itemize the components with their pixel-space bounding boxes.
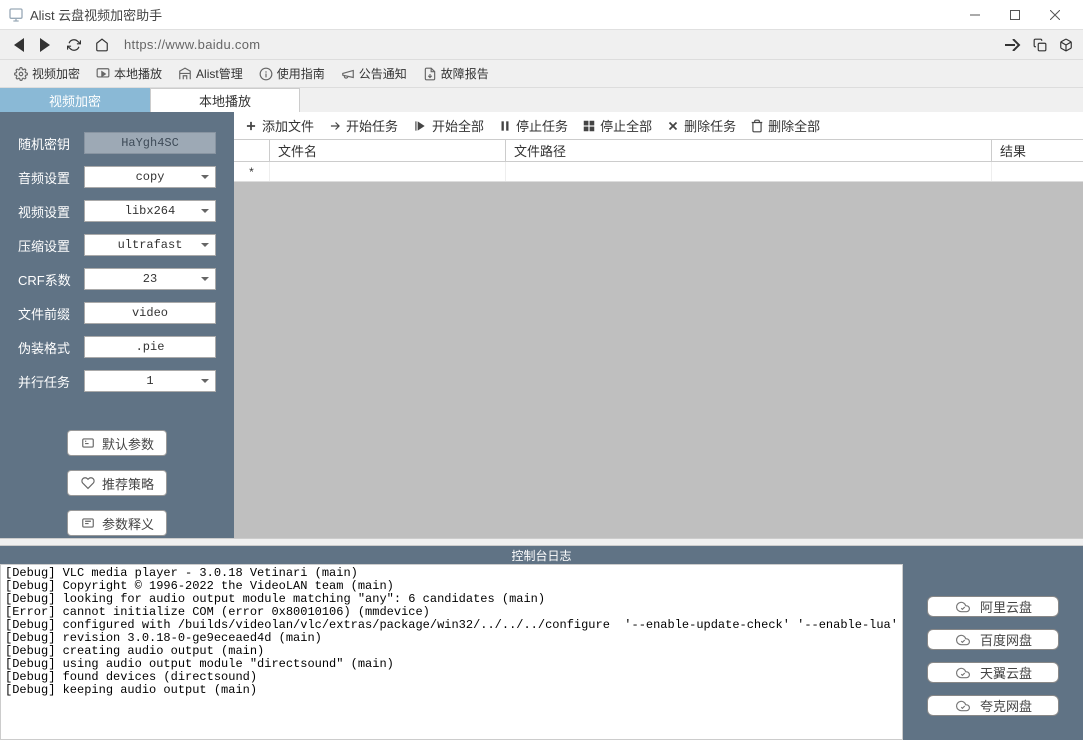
window-title: Alist 云盘视频加密助手 (30, 5, 162, 24)
button-label: 停止全部 (600, 116, 652, 135)
refresh-icon[interactable] (64, 36, 84, 54)
first-page-icon[interactable] (8, 36, 28, 54)
minimize-button[interactable] (955, 3, 995, 27)
menu-label: 故障报告 (441, 65, 489, 82)
column-blank (234, 140, 270, 161)
delete-task-button[interactable]: 删除任务 (660, 114, 742, 137)
explain-button[interactable]: 参数释义 (67, 510, 167, 536)
menu-label: 视频加密 (32, 65, 80, 82)
compress-select[interactable]: ultrafast (84, 234, 216, 256)
menu-label: 公告通知 (359, 65, 407, 82)
tabs-bar: 视频加密 本地播放 (0, 88, 1083, 112)
titlebar: Alist 云盘视频加密助手 (0, 0, 1083, 30)
video-select[interactable]: libx264 (84, 200, 216, 222)
table-row[interactable]: * (234, 162, 1083, 182)
maximize-button[interactable] (995, 3, 1035, 27)
row-marker: * (234, 162, 270, 181)
menu-video-encrypt[interactable]: 视频加密 (8, 63, 86, 84)
crf-select[interactable]: 23 (84, 268, 216, 290)
tab-label: 本地播放 (199, 91, 251, 110)
start-task-button[interactable]: 开始任务 (322, 114, 404, 137)
menu-notice[interactable]: 公告通知 (335, 63, 413, 84)
console-title: 控制台日志 (0, 546, 1083, 564)
cell-filepath (506, 162, 992, 181)
column-result[interactable]: 结果 (992, 140, 1083, 161)
tab-local-play[interactable]: 本地播放 (150, 88, 300, 112)
prefix-label: 文件前缀 (18, 304, 74, 323)
menu-label: 本地播放 (114, 65, 162, 82)
video-label: 视频设置 (18, 202, 74, 221)
random-key-label: 随机密钥 (18, 134, 74, 153)
button-label: 删除全部 (768, 116, 820, 135)
menu-alist[interactable]: Alist管理 (172, 63, 249, 84)
last-page-icon[interactable] (36, 36, 56, 54)
random-key-value[interactable]: HaYgh4SC (84, 132, 216, 154)
button-label: 夸克网盘 (980, 696, 1032, 715)
button-label: 参数释义 (102, 514, 154, 533)
tianyi-cloud-button[interactable]: 天翼云盘 (927, 662, 1059, 683)
recommend-button[interactable]: 推荐策略 (67, 470, 167, 496)
quark-cloud-button[interactable]: 夸克网盘 (927, 695, 1059, 716)
menu-local-play[interactable]: 本地播放 (90, 63, 168, 84)
table-header: 文件名 文件路径 结果 (234, 140, 1083, 162)
stop-task-button[interactable]: 停止任务 (492, 114, 574, 137)
menu-label: Alist管理 (196, 65, 243, 82)
baidu-cloud-button[interactable]: 百度网盘 (927, 629, 1059, 650)
console-log[interactable]: [Debug] VLC media player - 3.0.18 Vetina… (0, 564, 903, 740)
start-all-button[interactable]: 开始全部 (406, 114, 490, 137)
tab-video-encrypt[interactable]: 视频加密 (0, 88, 150, 112)
cube-icon[interactable] (1057, 36, 1075, 54)
task-toolbar: 添加文件 开始任务 开始全部 停止任务 停止全部 删除任务 删除全部 (234, 112, 1083, 140)
url-display[interactable]: https://www.baidu.com (120, 37, 260, 52)
button-label: 百度网盘 (980, 630, 1032, 649)
table-body[interactable]: * (234, 162, 1083, 538)
audio-select[interactable]: copy (84, 166, 216, 188)
close-button[interactable] (1035, 3, 1075, 27)
parallel-label: 并行任务 (18, 372, 74, 391)
delete-all-button[interactable]: 删除全部 (744, 114, 826, 137)
button-label: 天翼云盘 (980, 663, 1032, 682)
menu-report[interactable]: 故障报告 (417, 63, 495, 84)
sidebar: 随机密钥 HaYgh4SC 音频设置 copy 视频设置 libx264 压缩设置 ul… (0, 112, 234, 538)
column-filepath[interactable]: 文件路径 (506, 140, 992, 161)
menu-bar: 视频加密 本地播放 Alist管理 使用指南 公告通知 故障报告 (0, 60, 1083, 88)
menu-label: 使用指南 (277, 65, 325, 82)
copy-icon[interactable] (1031, 36, 1049, 54)
nav-bar: https://www.baidu.com (0, 30, 1083, 60)
column-filename[interactable]: 文件名 (270, 140, 506, 161)
splitter[interactable] (0, 538, 1083, 546)
stop-all-button[interactable]: 停止全部 (576, 114, 658, 137)
button-label: 默认参数 (102, 434, 154, 453)
app-logo-icon (8, 7, 24, 23)
home-icon[interactable] (92, 36, 112, 54)
menu-guide[interactable]: 使用指南 (253, 63, 331, 84)
crf-label: CRF系数 (18, 270, 74, 289)
button-label: 开始任务 (346, 116, 398, 135)
button-label: 推荐策略 (102, 474, 154, 493)
ali-cloud-button[interactable]: 阿里云盘 (927, 596, 1059, 617)
tab-label: 视频加密 (49, 91, 101, 110)
cloud-panel: 阿里云盘 百度网盘 天翼云盘 夸克网盘 (903, 564, 1083, 740)
button-label: 停止任务 (516, 116, 568, 135)
default-params-button[interactable]: 默认参数 (67, 430, 167, 456)
parallel-select[interactable]: 1 (84, 370, 216, 392)
compress-label: 压缩设置 (18, 236, 74, 255)
main-panel: 添加文件 开始任务 开始全部 停止任务 停止全部 删除任务 删除全部 文件名 文… (234, 112, 1083, 538)
audio-label: 音频设置 (18, 168, 74, 187)
fake-input[interactable]: .pie (84, 336, 216, 358)
forward-icon[interactable] (1003, 37, 1023, 53)
add-file-button[interactable]: 添加文件 (238, 114, 320, 137)
button-label: 添加文件 (262, 116, 314, 135)
button-label: 删除任务 (684, 116, 736, 135)
cell-filename (270, 162, 506, 181)
prefix-input[interactable]: video (84, 302, 216, 324)
fake-label: 伪装格式 (18, 338, 74, 357)
button-label: 开始全部 (432, 116, 484, 135)
button-label: 阿里云盘 (980, 597, 1032, 616)
